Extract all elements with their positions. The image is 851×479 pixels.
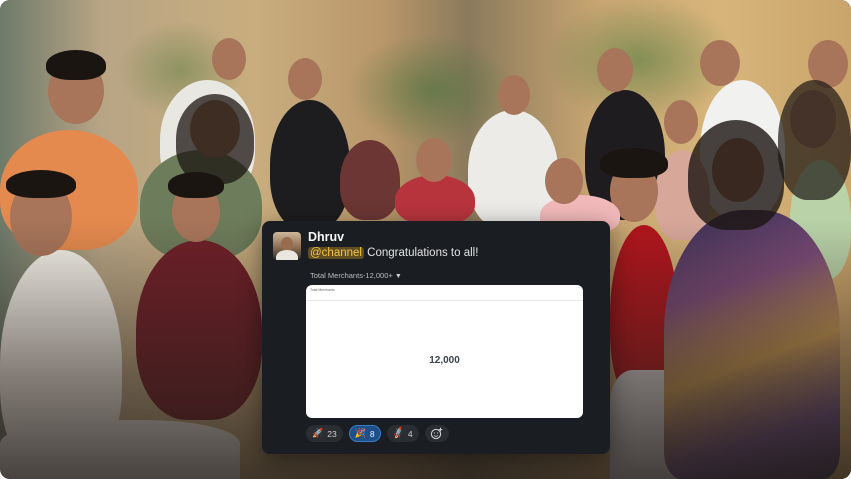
avatar-face (281, 237, 293, 251)
person-head (664, 100, 698, 144)
message-card: Dhruv @channel Congratulations to all! T… (262, 221, 610, 454)
person-head (700, 40, 740, 86)
attachment-title: Total Merchants-12,000+ (310, 271, 393, 280)
sender-avatar[interactable] (273, 232, 301, 260)
attachment-title-row[interactable]: Total Merchants-12,000+ ▼ (310, 271, 402, 280)
reaction-bar: 🚀 23 🎉 8 🚀 4 (306, 425, 449, 442)
person-hair (168, 172, 224, 198)
add-reaction-button[interactable] (424, 425, 449, 442)
message-text: Congratulations to all! (367, 247, 479, 259)
rocket-icon: 🚀 (312, 428, 324, 438)
reaction-count: 4 (407, 428, 413, 439)
avatar-shoulders (276, 250, 298, 260)
add-emoji-icon (430, 427, 443, 440)
person-hair (46, 50, 106, 80)
metric-value: 12,000 (429, 355, 460, 366)
person (270, 100, 350, 230)
message-text-row: @channel Congratulations to all! (308, 247, 478, 259)
person-head (498, 75, 530, 115)
person-hair (688, 120, 784, 230)
sender-name[interactable]: Dhruv (308, 230, 344, 244)
reaction-count: 23 (327, 428, 337, 439)
reaction-party-popper[interactable]: 🎉 8 (348, 425, 381, 442)
person-hair (778, 80, 851, 200)
person-head (288, 58, 322, 100)
reaction-rocket[interactable]: 🚀 23 (306, 425, 343, 442)
person-head (212, 38, 246, 80)
person (340, 140, 400, 220)
reaction-count: 8 (369, 428, 375, 439)
attachment-preview[interactable]: Total Merchants 12,000 (306, 285, 583, 418)
person (395, 175, 475, 225)
flying-rocket-icon: 🚀 (391, 426, 406, 440)
party-popper-icon: 🎉 (354, 428, 366, 438)
person-head (416, 138, 452, 182)
preview-divider (306, 300, 583, 301)
person-hair (176, 94, 254, 184)
preview-header: Total Merchants (310, 288, 335, 292)
person-head (597, 48, 633, 92)
screenshot-stage: Dhruv @channel Congratulations to all! T… (0, 0, 851, 479)
person-hair (6, 170, 76, 198)
channel-mention[interactable]: @channel (308, 247, 364, 259)
reaction-flying-rocket[interactable]: 🚀 4 (386, 425, 419, 442)
person-head (545, 158, 583, 204)
person-hair (600, 148, 668, 178)
caret-down-icon[interactable]: ▼ (395, 273, 402, 280)
